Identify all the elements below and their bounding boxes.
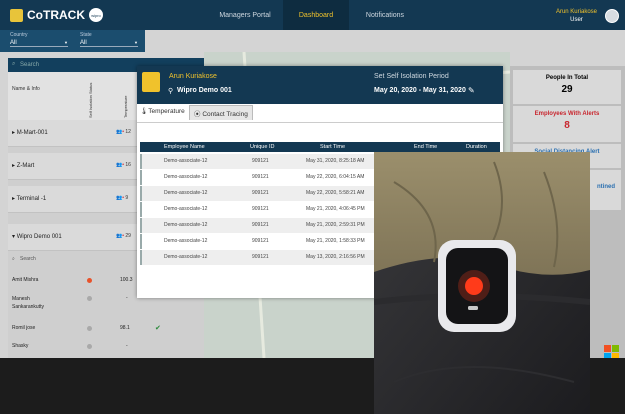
- search-placeholder: Search: [20, 256, 36, 262]
- device-illustration: [374, 152, 590, 414]
- member-row[interactable]: Romil jose 98.1 ✔: [8, 322, 204, 334]
- member-temperature: 100.3: [120, 277, 133, 283]
- windows-logo-icon: [612, 345, 619, 352]
- popup-tabs: 🌡Temperature ⦿ Contact Tracing: [137, 105, 503, 123]
- location-pin-icon: ⚲: [168, 88, 174, 95]
- col-duration: Duration: [466, 144, 487, 150]
- nav-managers-portal[interactable]: Managers Portal: [200, 0, 290, 30]
- isolation-period-value: May 20, 2020 - May 31, 2020: [374, 87, 466, 94]
- card-title: People In Total: [545, 75, 589, 81]
- wearable-device-photo: [374, 152, 590, 414]
- device-button: [468, 306, 478, 310]
- search-placeholder: Search: [20, 62, 40, 68]
- country-label: Country: [10, 32, 28, 38]
- avatar[interactable]: [605, 9, 619, 23]
- people-count: 👥• 29: [116, 233, 131, 239]
- country-select[interactable]: All: [10, 40, 68, 47]
- windows-logo-icon: [612, 353, 619, 358]
- employee-name: Arun Kuriakose: [169, 73, 217, 80]
- member-temperature: 98.1: [120, 325, 130, 331]
- filter-bar: Country All State All: [0, 30, 145, 52]
- app-logo[interactable]: CoTRACK wipro: [10, 8, 103, 22]
- edit-pencil-icon[interactable]: ✎: [468, 86, 475, 95]
- wipro-logo: wipro: [89, 8, 103, 22]
- people-count: 👥• 12: [116, 129, 131, 135]
- member-name: Manesh Sankarankutty: [12, 296, 44, 310]
- member-temperature: -: [126, 295, 128, 301]
- group-label: Terminal -1: [16, 196, 47, 202]
- top-bar: CoTRACK wipro Managers Portal Dashboard …: [0, 0, 625, 30]
- search-icon: ⌕: [12, 256, 15, 262]
- group-label: Z-Mart: [16, 163, 35, 169]
- tab-contact-tracing[interactable]: ⦿ Contact Tracing: [189, 105, 253, 120]
- header-self-isolation: Self Isolation Status: [88, 82, 93, 118]
- user-menu[interactable]: Arun Kuriakose User: [556, 8, 597, 24]
- card-title: Employees With Alerts: [534, 111, 600, 117]
- windows-logo-icon: [604, 345, 611, 352]
- user-name: Arun Kuriakose: [555, 9, 597, 15]
- tab-temperature[interactable]: 🌡Temperature: [140, 107, 185, 115]
- alerts-card[interactable]: Employees With Alerts 8: [513, 106, 621, 142]
- app-name: CoTRACK: [27, 8, 85, 22]
- card-value: 8: [564, 120, 570, 131]
- member-row[interactable]: Shasky -: [8, 340, 204, 352]
- people-count: 👥• 9: [116, 195, 129, 201]
- col-unique-id: Unique ID: [250, 144, 275, 150]
- state-select[interactable]: All: [80, 40, 138, 47]
- people-count: 👥• 16: [116, 162, 131, 168]
- member-name: Amit Mishra: [12, 277, 39, 283]
- status-dot: [87, 296, 92, 301]
- col-end-time: End Time: [414, 144, 438, 150]
- isolation-period-label: Set Self Isolation Period: [374, 73, 449, 80]
- nav-dashboard[interactable]: Dashboard: [283, 0, 349, 30]
- windows-logo-icon: [604, 353, 611, 358]
- status-dot: [87, 278, 92, 283]
- table-header: Employee Name Unique ID Start Time End T…: [140, 142, 500, 152]
- contact-icon: ⦿: [194, 111, 201, 118]
- id-badge-icon: [142, 72, 160, 92]
- popup-header: Arun Kuriakose ⚲ Wipro Demo 001 Set Self…: [137, 66, 503, 104]
- group-label: Wipro Demo 001: [16, 234, 62, 240]
- group-label: M-Mart-001: [16, 130, 48, 136]
- check-icon: ✔: [155, 325, 161, 332]
- people-total-card[interactable]: People In Total 29: [513, 70, 621, 104]
- status-dot: [87, 344, 92, 349]
- status-dot: [87, 326, 92, 331]
- member-name: Shasky: [12, 343, 29, 349]
- header-temperature: Temperature: [123, 95, 128, 118]
- employee-group: Wipro Demo 001: [177, 87, 232, 94]
- search-icon: ⌕: [12, 61, 16, 67]
- col-employee-name: Employee Name: [164, 144, 205, 150]
- user-role: User: [570, 17, 583, 23]
- member-temperature: -: [126, 343, 128, 349]
- col-start-time: Start Time: [320, 144, 346, 150]
- nav-notifications[interactable]: Notifications: [352, 0, 418, 30]
- state-label: State: [80, 32, 92, 38]
- header-name-info: Name & Info: [12, 86, 40, 92]
- cotrack-logo-icon: [10, 8, 23, 22]
- member-name: Romil jose: [12, 325, 36, 331]
- card-value: 29: [561, 84, 573, 95]
